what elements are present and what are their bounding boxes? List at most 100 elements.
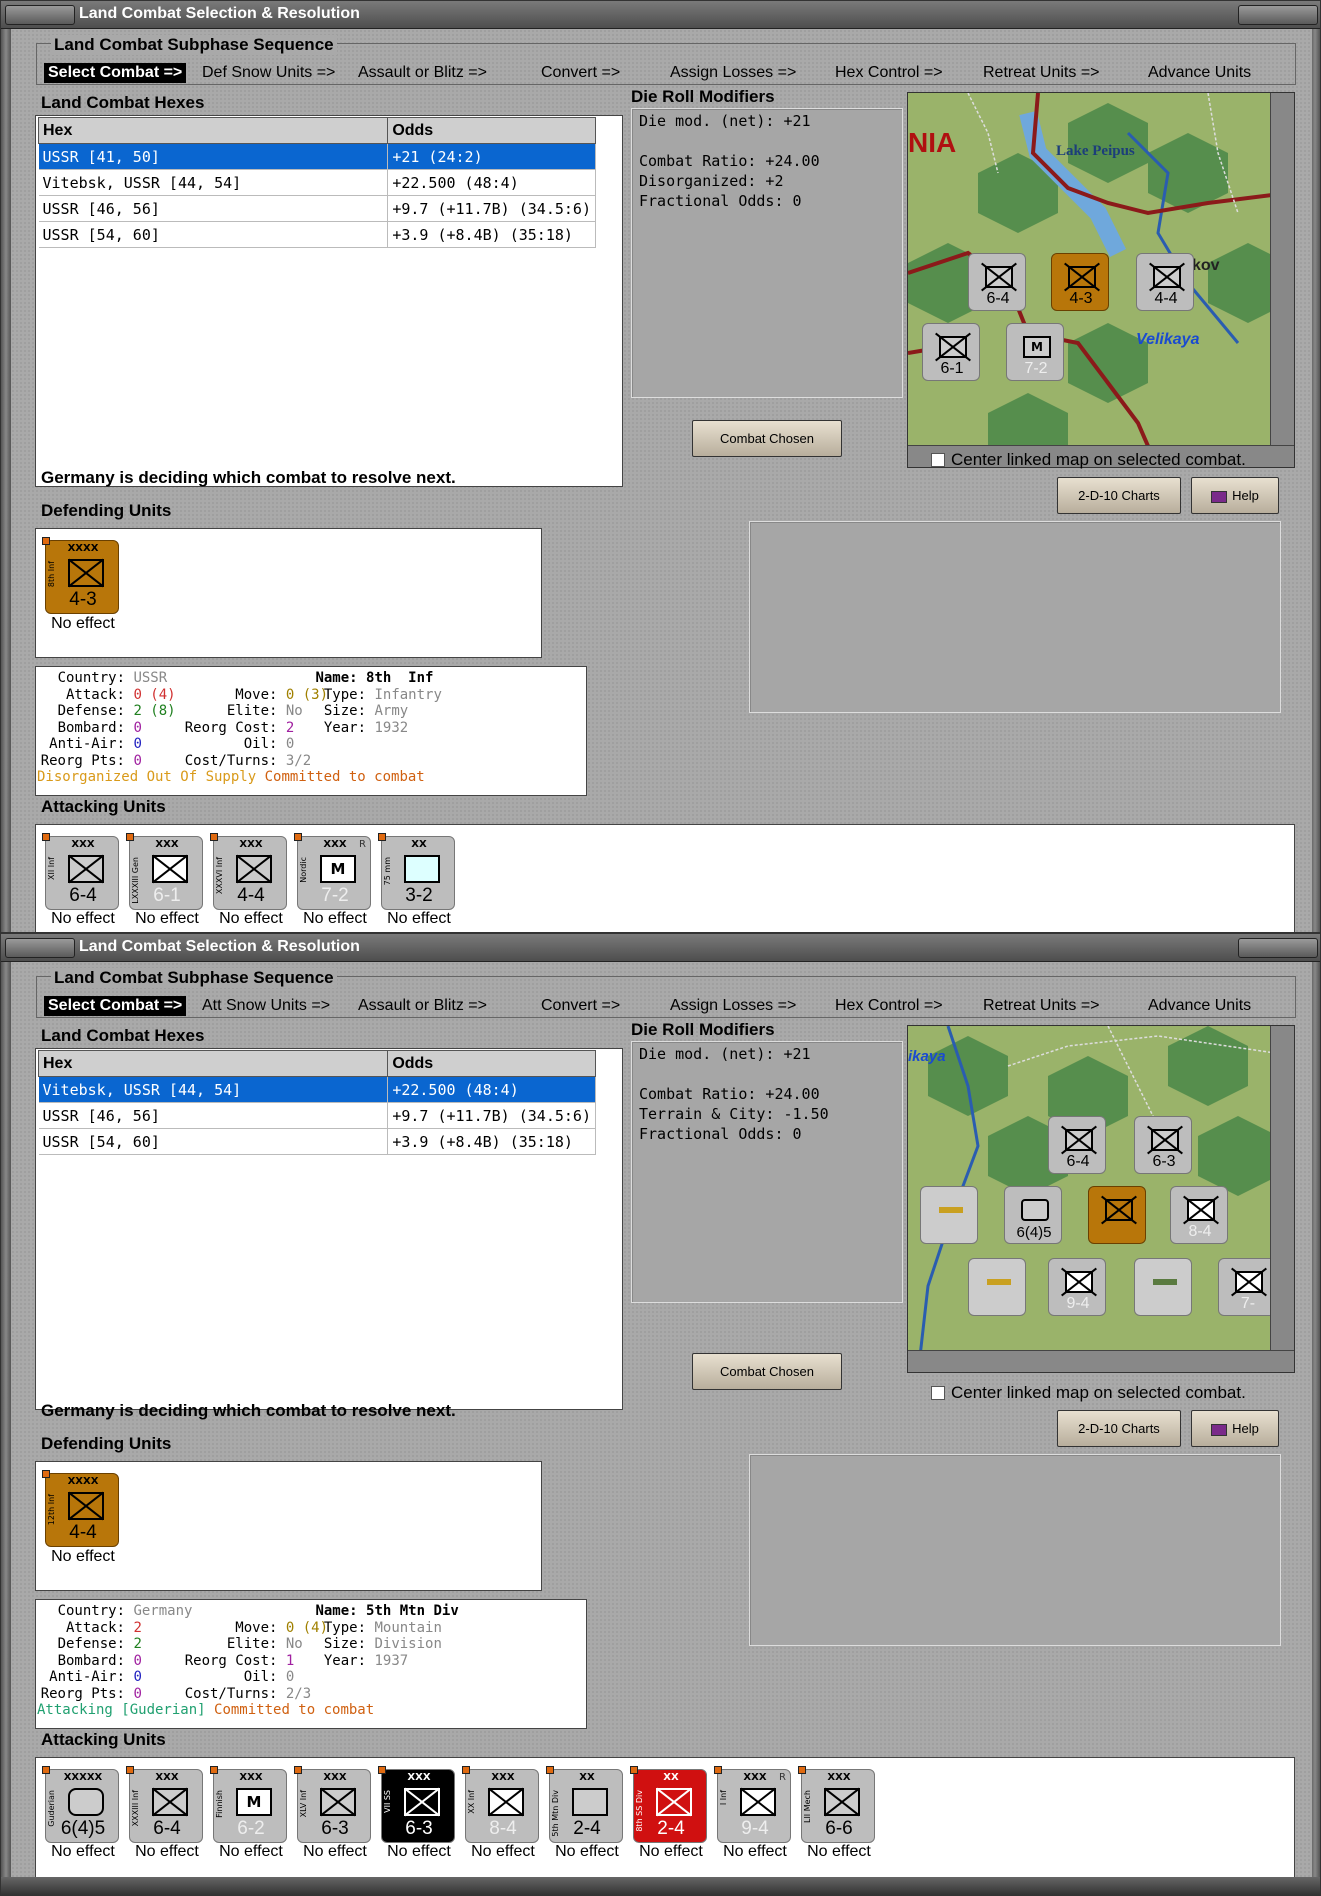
seq-select-combat[interactable]: Select Combat => bbox=[44, 63, 187, 83]
map-unit-counter[interactable]: 6(4)5 bbox=[1004, 1186, 1062, 1244]
attacker-counter[interactable]: XXX XXXVI Inf 4-4 bbox=[210, 833, 287, 910]
map-unit-counter[interactable]: 6-4 bbox=[1048, 1116, 1106, 1174]
seq-assault-blitz[interactable]: Assault or Blitz => bbox=[358, 997, 487, 1015]
air-unit-counter[interactable] bbox=[968, 1258, 1026, 1316]
map-unit-counter[interactable]: 6-3 bbox=[1134, 1116, 1192, 1174]
hex-cell[interactable]: USSR [54, 60] bbox=[38, 221, 389, 248]
table-row[interactable]: USSR [41, 50] +21 (24:2) bbox=[38, 143, 596, 170]
help-button[interactable]: Help bbox=[1191, 477, 1279, 514]
column-header-odds[interactable]: Odds bbox=[387, 1050, 596, 1077]
seq-assign-losses[interactable]: Assign Losses => bbox=[670, 64, 796, 82]
seq-convert[interactable]: Convert => bbox=[541, 997, 620, 1015]
odds-cell[interactable]: +9.7 (+11.7B) (34.5:6) bbox=[387, 1102, 596, 1129]
column-header-hex[interactable]: Hex bbox=[37, 1050, 389, 1077]
attacker-counter[interactable]: R XXX I Inf 9-4 bbox=[714, 1766, 791, 1843]
odds-cell[interactable]: +3.9 (+8.4B) (35:18) bbox=[387, 1128, 596, 1155]
odds-cell[interactable]: +22.500 (48:4) bbox=[387, 1076, 596, 1103]
attacker-counter[interactable]: XXX LII Mech 6-6 bbox=[798, 1766, 875, 1843]
combat-chosen-button[interactable]: Combat Chosen bbox=[692, 420, 842, 457]
odds-cell[interactable]: +21 (24:2) bbox=[387, 143, 596, 170]
charts-button[interactable]: 2-D-10 Charts bbox=[1057, 1410, 1181, 1447]
info-type: Infantry bbox=[374, 686, 442, 703]
map-vertical-scrollbar[interactable] bbox=[1270, 1026, 1294, 1350]
table-row[interactable]: USSR [46, 56] +9.7 (+11.7B) (34.5:6) bbox=[38, 195, 596, 222]
attacker-counter[interactable]: XXX XII Inf 6-4 bbox=[42, 833, 119, 910]
table-row[interactable]: USSR [46, 56] +9.7 (+11.7B) (34.5:6) bbox=[38, 1102, 596, 1129]
map-vertical-scrollbar[interactable] bbox=[1270, 93, 1294, 445]
attacker-counter[interactable]: XXX XX Inf 8-4 bbox=[462, 1766, 539, 1843]
attacker-effect: No effect bbox=[135, 910, 199, 927]
attacker-counter[interactable]: XXX Finnish M 6-2 bbox=[210, 1766, 287, 1843]
maximize-button[interactable] bbox=[1238, 5, 1318, 25]
seq-advance-units[interactable]: Advance Units bbox=[1148, 64, 1251, 82]
attacker-counter[interactable]: R XXX Nordic M 7-2 bbox=[294, 833, 371, 910]
map-unit-values: 7- bbox=[1240, 1295, 1256, 1312]
map-unit-counter[interactable]: 9-4 bbox=[1048, 1258, 1106, 1316]
checkbox-box[interactable] bbox=[931, 1386, 945, 1400]
map-unit-counter[interactable]: 7- bbox=[1218, 1258, 1276, 1316]
map-unit-counter[interactable]: 8-4 bbox=[1170, 1186, 1228, 1244]
seq-snow-units[interactable]: Att Snow Units => bbox=[202, 997, 330, 1015]
table-row[interactable]: Vitebsk, USSR [44, 54] +22.500 (48:4) bbox=[38, 169, 596, 196]
air-unit-counter[interactable] bbox=[920, 1186, 978, 1244]
air-unit-counter[interactable] bbox=[1134, 1258, 1192, 1316]
hex-cell[interactable]: USSR [41, 50] bbox=[38, 143, 389, 170]
attacker-counter[interactable]: XXXXX Guderian 6(4)5 bbox=[42, 1766, 119, 1843]
hex-cell[interactable]: USSR [46, 56] bbox=[38, 1102, 389, 1129]
window-title: Land Combat Selection & Resolution bbox=[79, 5, 360, 22]
table-row[interactable]: USSR [54, 60] +3.9 (+8.4B) (35:18) bbox=[38, 221, 596, 248]
attacker-counter[interactable]: XX 5th Mtn Div 2-4 bbox=[546, 1766, 623, 1843]
seq-hex-control[interactable]: Hex Control => bbox=[835, 997, 943, 1015]
map-unit-counter[interactable]: 4-3 bbox=[1051, 253, 1109, 311]
charts-button[interactable]: 2-D-10 Charts bbox=[1057, 477, 1181, 514]
map-unit-counter[interactable]: 6-1 bbox=[922, 323, 980, 381]
attacker-counter[interactable]: XXX VII SS 6-3 bbox=[378, 1766, 455, 1843]
table-row[interactable]: USSR [54, 60] +3.9 (+8.4B) (35:18) bbox=[38, 1128, 596, 1155]
help-button[interactable]: Help bbox=[1191, 1410, 1279, 1447]
left-frame bbox=[1, 962, 11, 1895]
center-linked-checkbox[interactable]: Center linked map on selected combat. bbox=[931, 450, 1246, 470]
attacker-counter[interactable]: XX 75 mm 3-2 bbox=[378, 833, 455, 910]
combat-chosen-button[interactable]: Combat Chosen bbox=[692, 1353, 842, 1390]
attacker-counter[interactable]: XXX XLV Inf 6-3 bbox=[294, 1766, 371, 1843]
seq-hex-control[interactable]: Hex Control => bbox=[835, 64, 943, 82]
system-menu-button[interactable] bbox=[5, 938, 75, 958]
checkbox-box[interactable] bbox=[931, 453, 945, 467]
seq-select-combat[interactable]: Select Combat => bbox=[44, 996, 187, 1016]
info-type-label: Type: bbox=[323, 1619, 367, 1636]
seq-snow-units[interactable]: Def Snow Units => bbox=[202, 64, 335, 82]
table-row[interactable]: Vitebsk, USSR [44, 54] +22.500 (48:4) bbox=[38, 1076, 596, 1103]
linked-map[interactable]: NIA Lake Peipus Velikaya kov 6-4 4-3 4-4… bbox=[907, 92, 1295, 468]
seq-advance-units[interactable]: Advance Units bbox=[1148, 997, 1251, 1015]
defender-counter[interactable]: XXXX 12th Inf 4-4 bbox=[42, 1470, 119, 1547]
map-unit-counter[interactable] bbox=[1088, 1186, 1146, 1244]
center-linked-checkbox[interactable]: Center linked map on selected combat. bbox=[931, 1383, 1246, 1403]
attacker-counter[interactable]: XXX LXXXIII Gen 6-1 bbox=[126, 833, 203, 910]
hex-cell[interactable]: Vitebsk, USSR [44, 54] bbox=[38, 1076, 389, 1103]
defender-counter[interactable]: XXXX 8th Inf 4-3 bbox=[42, 537, 119, 614]
seq-retreat-units[interactable]: Retreat Units => bbox=[983, 997, 1100, 1015]
column-header-odds[interactable]: Odds bbox=[387, 117, 596, 144]
map-unit-counter[interactable]: M 7-2 bbox=[1006, 323, 1064, 381]
maximize-button[interactable] bbox=[1238, 938, 1318, 958]
linked-map[interactable]: ikaya 6-4 6-3 6(4)5 8-4 9-4 7- bbox=[907, 1025, 1295, 1373]
map-unit-counter[interactable]: 6-4 bbox=[968, 253, 1026, 311]
hex-cell[interactable]: Vitebsk, USSR [44, 54] bbox=[38, 169, 389, 196]
odds-cell[interactable]: +22.500 (48:4) bbox=[387, 169, 596, 196]
system-menu-button[interactable] bbox=[5, 5, 75, 25]
aircraft-icon bbox=[1153, 1279, 1177, 1285]
hex-cell[interactable]: USSR [46, 56] bbox=[38, 195, 389, 222]
seq-assign-losses[interactable]: Assign Losses => bbox=[670, 997, 796, 1015]
attacker-counter[interactable]: XXX XXXIII Inf 6-4 bbox=[126, 1766, 203, 1843]
info-costturns-label: Cost/Turns: bbox=[184, 752, 278, 769]
seq-retreat-units[interactable]: Retreat Units => bbox=[983, 64, 1100, 82]
hex-cell[interactable]: USSR [54, 60] bbox=[38, 1128, 389, 1155]
odds-cell[interactable]: +3.9 (+8.4B) (35:18) bbox=[387, 221, 596, 248]
odds-cell[interactable]: +9.7 (+11.7B) (34.5:6) bbox=[387, 195, 596, 222]
map-unit-counter[interactable]: 4-4 bbox=[1136, 253, 1194, 311]
attacker-counter[interactable]: XX 8th SS Div 2-4 bbox=[630, 1766, 707, 1843]
column-header-hex[interactable]: Hex bbox=[37, 117, 389, 144]
seq-convert[interactable]: Convert => bbox=[541, 64, 620, 82]
seq-assault-blitz[interactable]: Assault or Blitz => bbox=[358, 64, 487, 82]
map-horizontal-scrollbar[interactable] bbox=[908, 1350, 1294, 1372]
